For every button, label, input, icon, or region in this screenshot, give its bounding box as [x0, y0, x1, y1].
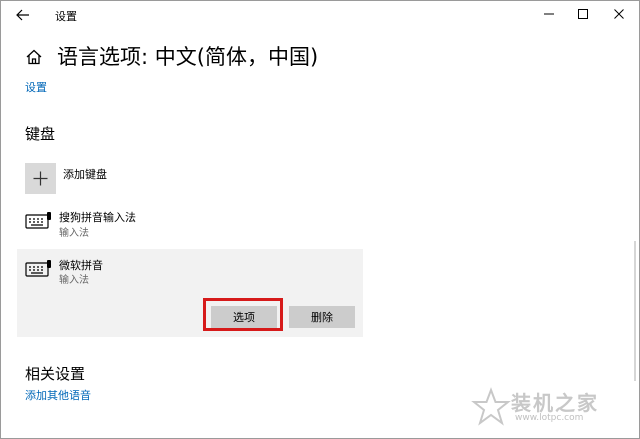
related-settings-heading: 相关设置	[25, 365, 86, 383]
close-icon	[614, 9, 624, 19]
maximize-icon	[578, 9, 588, 19]
title-bar: 设置	[1, 1, 639, 29]
options-button[interactable]: 选项	[211, 306, 277, 328]
home-icon	[26, 49, 42, 65]
watermark-text: 装机之家	[511, 391, 599, 415]
keyboard-section-heading: 键盘	[25, 125, 56, 143]
scrollbar[interactable]	[634, 241, 636, 381]
keyboard-item-subtitle: 输入法	[59, 275, 89, 286]
plus-icon	[33, 171, 48, 186]
keyboard-item-sogou[interactable]: 搜狗拼音输入法 输入法	[17, 205, 363, 245]
back-button[interactable]	[13, 5, 35, 25]
minimize-button[interactable]	[531, 1, 567, 27]
keyboard-item-subtitle: 输入法	[59, 228, 89, 239]
close-button[interactable]	[601, 1, 637, 27]
add-keyboard-label: 添加键盘	[63, 168, 107, 181]
keyboard-icon	[25, 212, 51, 229]
keyboard-icon	[25, 260, 51, 277]
add-other-voice-link[interactable]: 添加其他语音	[25, 387, 91, 403]
add-keyboard-tile[interactable]	[25, 163, 56, 194]
keyboard-item-name: 搜狗拼音输入法	[59, 211, 136, 224]
delete-button[interactable]: 删除	[289, 306, 355, 328]
settings-breadcrumb-link[interactable]: 设置	[25, 79, 47, 95]
add-keyboard-button[interactable]: 添加键盘	[25, 163, 225, 195]
watermark: 装机之家 www.lotpc.com	[467, 385, 637, 431]
minimize-icon	[544, 13, 554, 15]
maximize-button[interactable]	[565, 1, 601, 27]
settings-window: 设置 语言选项: 中文(简体，中国) 设置 键盘 添加键盘 搜狗拼音输入法 输入…	[0, 0, 640, 439]
star-logo-icon	[471, 387, 511, 426]
home-button[interactable]	[25, 48, 43, 66]
arrow-left-icon	[16, 9, 29, 21]
window-title: 设置	[55, 10, 77, 23]
page-title: 语言选项: 中文(简体，中国)	[57, 45, 319, 69]
keyboard-item-microsoft-pinyin[interactable]: 微软拼音 输入法 选项 删除	[17, 249, 363, 337]
watermark-url: www.lotpc.com	[515, 413, 584, 423]
